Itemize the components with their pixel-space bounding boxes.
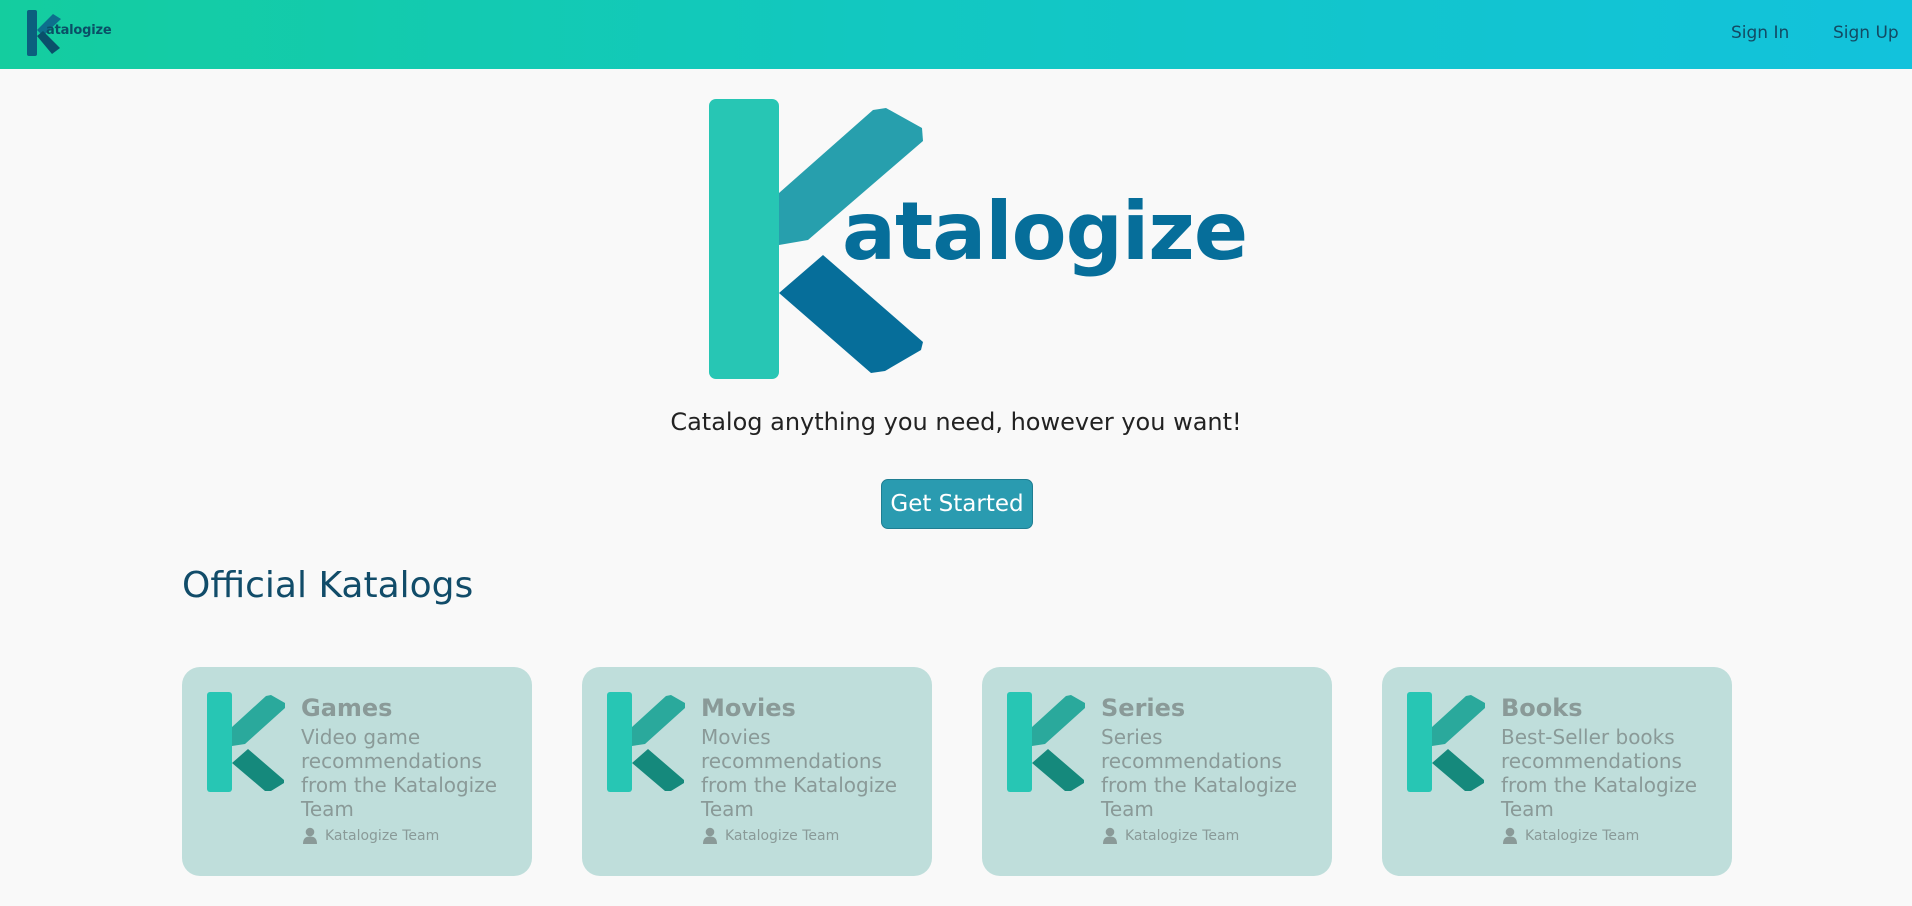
katalog-card-movies[interactable]: Movies Movies recommendations from the K… — [582, 667, 932, 876]
katalog-card-series[interactable]: Series Series recommendations from the K… — [982, 667, 1332, 876]
katalog-card-books[interactable]: Books Best-Seller books recommendations … — [1382, 667, 1732, 876]
card-author-name: Katalogize Team — [725, 827, 840, 844]
card-author: Katalogize Team — [301, 827, 516, 844]
brand-logo[interactable]: atalogize — [27, 10, 117, 58]
card-author-name: Katalogize Team — [325, 827, 440, 844]
katalog-k-icon — [1007, 692, 1085, 792]
user-icon — [703, 827, 717, 844]
card-title: Books — [1501, 694, 1583, 722]
get-started-button[interactable]: Get Started — [881, 479, 1033, 529]
hero-tagline: Catalog anything you need, however you w… — [670, 408, 1242, 436]
user-icon — [1503, 827, 1517, 844]
card-author: Katalogize Team — [1501, 827, 1716, 844]
user-icon — [1103, 827, 1117, 844]
katalog-k-icon — [607, 692, 685, 792]
card-title: Series — [1101, 694, 1186, 722]
card-title: Movies — [701, 694, 796, 722]
card-description: Movies recommendations from the Katalogi… — [701, 725, 898, 821]
card-description: Video game recommendations from the Kata… — [301, 725, 498, 821]
card-description: Best-Seller books recommendations from t… — [1501, 725, 1698, 821]
brand-logo-text: atalogize — [46, 23, 112, 38]
card-author-name: Katalogize Team — [1525, 827, 1640, 844]
card-author: Katalogize Team — [1101, 827, 1316, 844]
top-navbar: atalogize Sign In Sign Up — [0, 0, 1912, 69]
katalog-card-games[interactable]: Games Video game recommendations from th… — [182, 667, 532, 876]
katalog-k-icon — [1407, 692, 1485, 792]
sign-in-link[interactable]: Sign In — [1731, 23, 1789, 43]
katalog-k-icon — [207, 692, 285, 792]
card-author: Katalogize Team — [701, 827, 916, 844]
card-description: Series recommendations from the Katalogi… — [1101, 725, 1298, 821]
card-author-name: Katalogize Team — [1125, 827, 1240, 844]
hero-logo-text: atalogize — [842, 185, 1248, 278]
card-title: Games — [301, 694, 393, 722]
sign-up-link[interactable]: Sign Up — [1833, 23, 1899, 43]
user-icon — [303, 827, 317, 844]
official-katalogs-heading: Official Katalogs — [182, 565, 474, 606]
